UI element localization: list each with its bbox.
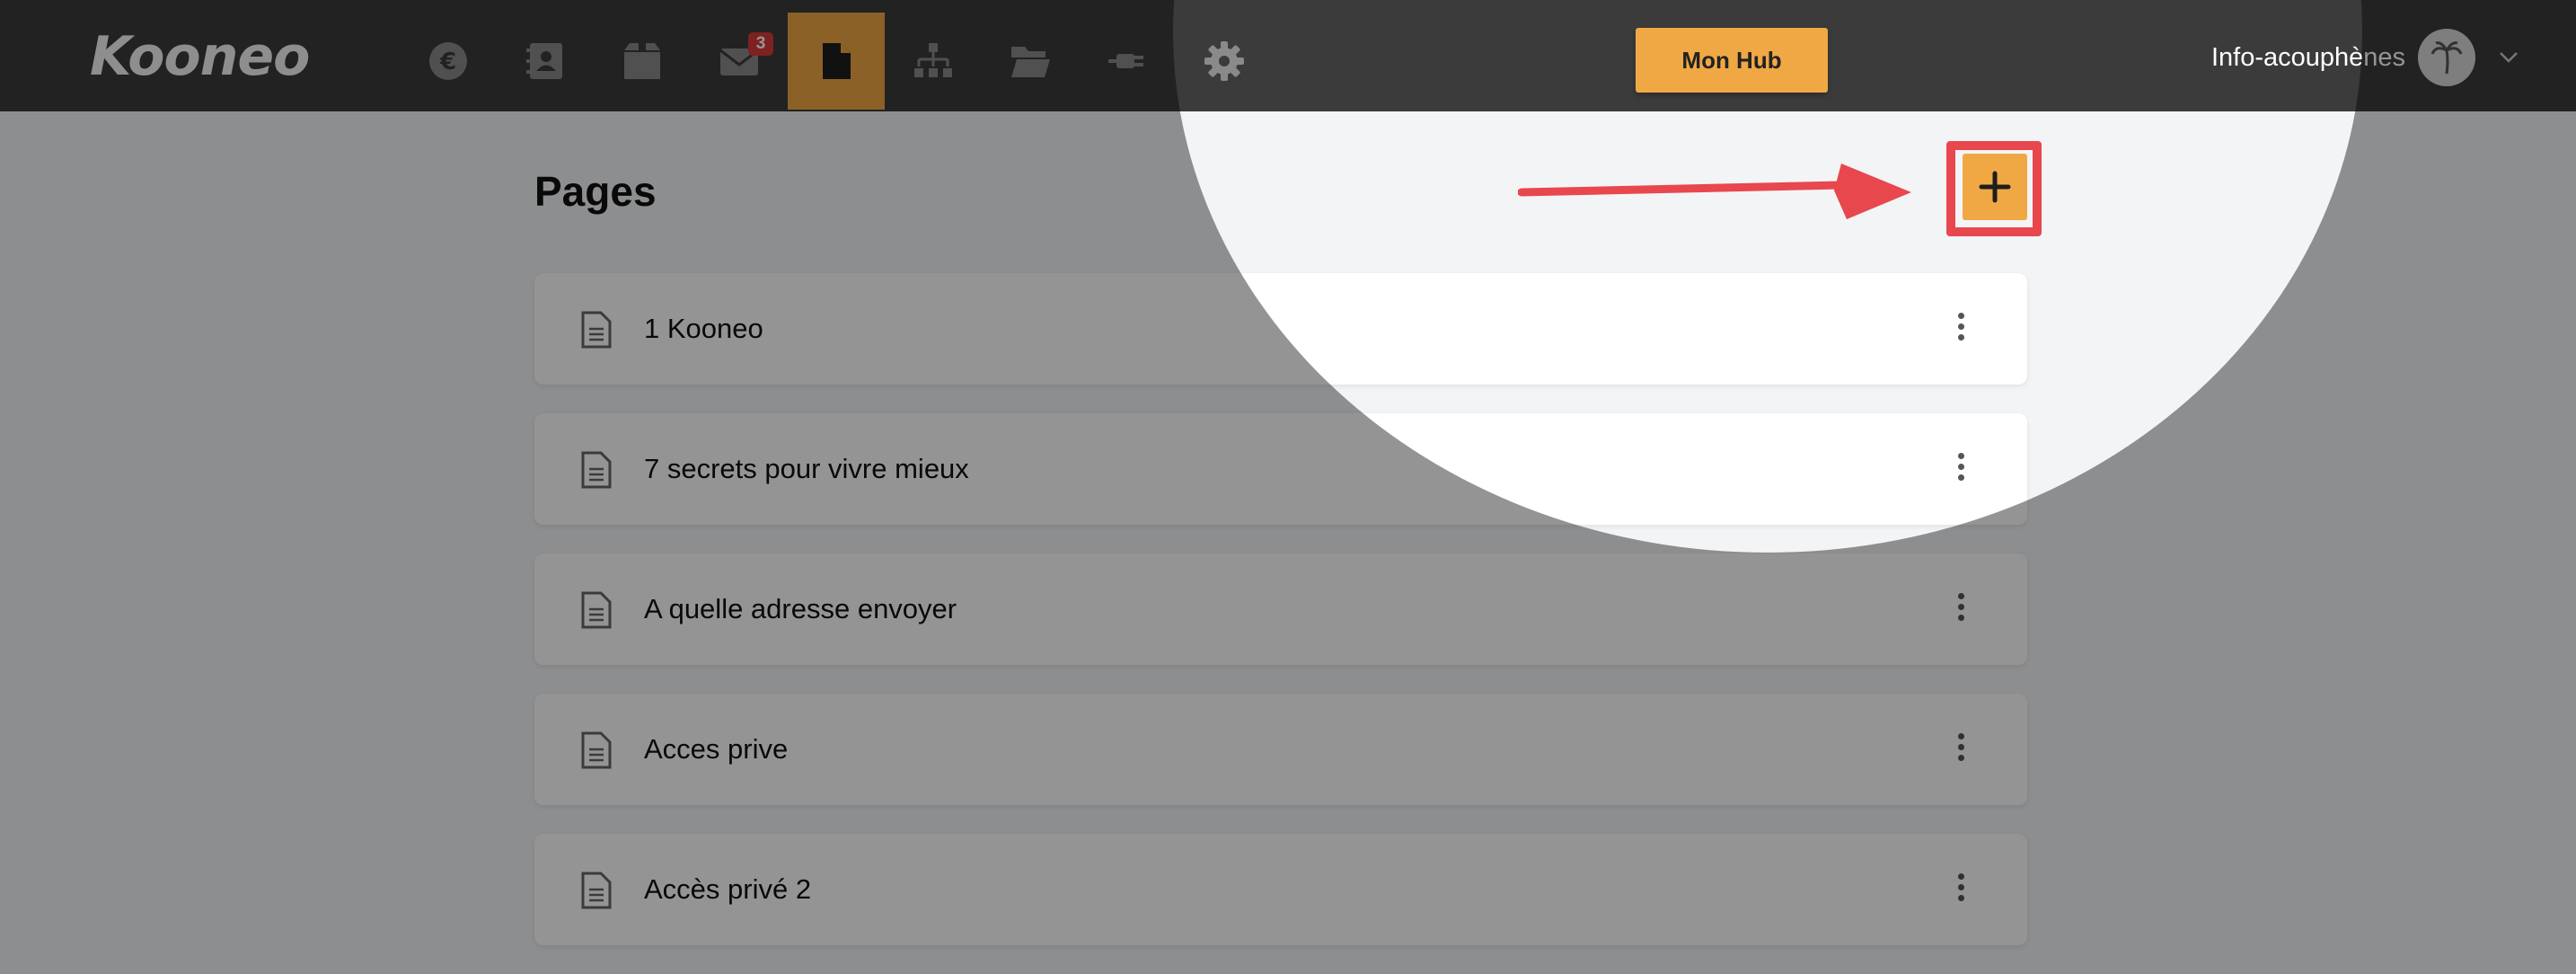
row-options-button[interactable] xyxy=(1955,733,1966,766)
avatar xyxy=(2418,29,2476,86)
row-options-button[interactable] xyxy=(1955,593,1966,625)
page-row[interactable]: Accès privé 2 xyxy=(534,834,2027,945)
nav-pages-button[interactable] xyxy=(788,13,885,110)
nav-integrations-button[interactable] xyxy=(1079,13,1176,110)
page-row[interactable]: 7 secrets pour vivre mieux xyxy=(534,413,2027,525)
box-icon xyxy=(624,43,660,79)
pages-list: 1 Kooneo 7 secrets pour vivre mieux A qu… xyxy=(534,273,2027,974)
nav-products-button[interactable] xyxy=(594,13,691,110)
chevron-down-icon xyxy=(2500,52,2518,63)
sitemap-icon xyxy=(914,43,952,77)
plus-icon xyxy=(1979,171,2011,203)
plug-icon xyxy=(1108,54,1143,68)
nav-sales-button[interactable]: € xyxy=(400,13,497,110)
annotation-arrow-icon xyxy=(1518,164,1911,219)
document-icon xyxy=(581,591,612,629)
row-options-button[interactable] xyxy=(1955,453,1966,485)
document-icon xyxy=(581,731,612,769)
page-row-label: 1 Kooneo xyxy=(644,313,763,344)
row-options-button[interactable] xyxy=(1955,313,1966,345)
nav-files-button[interactable] xyxy=(982,13,1079,110)
page-row[interactable]: Acces prive xyxy=(534,694,2027,805)
page-row-label: Accès privé 2 xyxy=(644,873,812,905)
mon-hub-button[interactable]: Mon Hub xyxy=(1636,28,1828,93)
page-row[interactable]: 1 Kooneo xyxy=(534,273,2027,385)
page-title: Pages xyxy=(534,168,657,215)
folder-icon xyxy=(1011,47,1050,77)
gear-icon xyxy=(1204,41,1244,81)
document-icon xyxy=(581,311,612,349)
nav-contacts-button[interactable] xyxy=(497,13,594,110)
palm-tree-icon xyxy=(2430,41,2463,75)
nav-settings-button[interactable] xyxy=(1176,13,1273,110)
page-row-label: Acces prive xyxy=(644,733,789,765)
nav-sitemap-button[interactable] xyxy=(885,13,982,110)
nav-mail-button[interactable]: 3 xyxy=(691,13,788,110)
mail-count-badge: 3 xyxy=(748,32,773,56)
add-page-button[interactable] xyxy=(1963,154,2027,220)
svg-text:€: € xyxy=(439,49,456,75)
kooneo-logo[interactable]: Kooneo xyxy=(90,25,310,88)
account-menu[interactable]: Info-acouphènes xyxy=(2211,27,2519,88)
page-row[interactable]: A quelle adresse envoyer xyxy=(534,553,2027,665)
document-icon xyxy=(581,451,612,489)
top-navigation-bar: Kooneo € 3 Mon Hub Info-acouphènes xyxy=(0,0,2576,111)
row-options-button[interactable] xyxy=(1955,873,1966,906)
page-icon xyxy=(823,43,851,79)
contacts-icon xyxy=(526,43,562,79)
euro-icon: € xyxy=(429,42,467,80)
account-name: Info-acouphènes xyxy=(2211,42,2406,72)
page-row-label: 7 secrets pour vivre mieux xyxy=(644,453,969,484)
page-row-label: A quelle adresse envoyer xyxy=(644,593,957,624)
document-icon xyxy=(581,872,612,909)
